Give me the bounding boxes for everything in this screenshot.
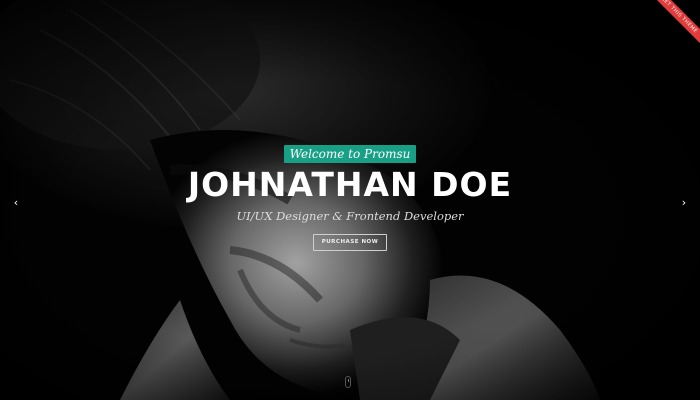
scroll-wheel-dot	[348, 379, 349, 382]
chevron-right-icon[interactable]: ›	[678, 197, 690, 209]
hero-title: JOHNATHAN DOE	[187, 165, 513, 204]
hero-subtitle: UI/UX Designer & Frontend Developer	[236, 209, 464, 223]
hero-section: GET THIS THEME Welcome to Promsu JOHNATH…	[0, 0, 700, 400]
hero-content: Welcome to Promsu JOHNATHAN DOE UI/UX De…	[0, 145, 700, 251]
purchase-now-button[interactable]: PURCHASE NOW	[312, 234, 388, 251]
mouse-scroll-icon[interactable]	[345, 376, 351, 388]
chevron-left-icon[interactable]: ‹	[10, 197, 22, 209]
welcome-badge: Welcome to Promsu	[283, 145, 417, 163]
